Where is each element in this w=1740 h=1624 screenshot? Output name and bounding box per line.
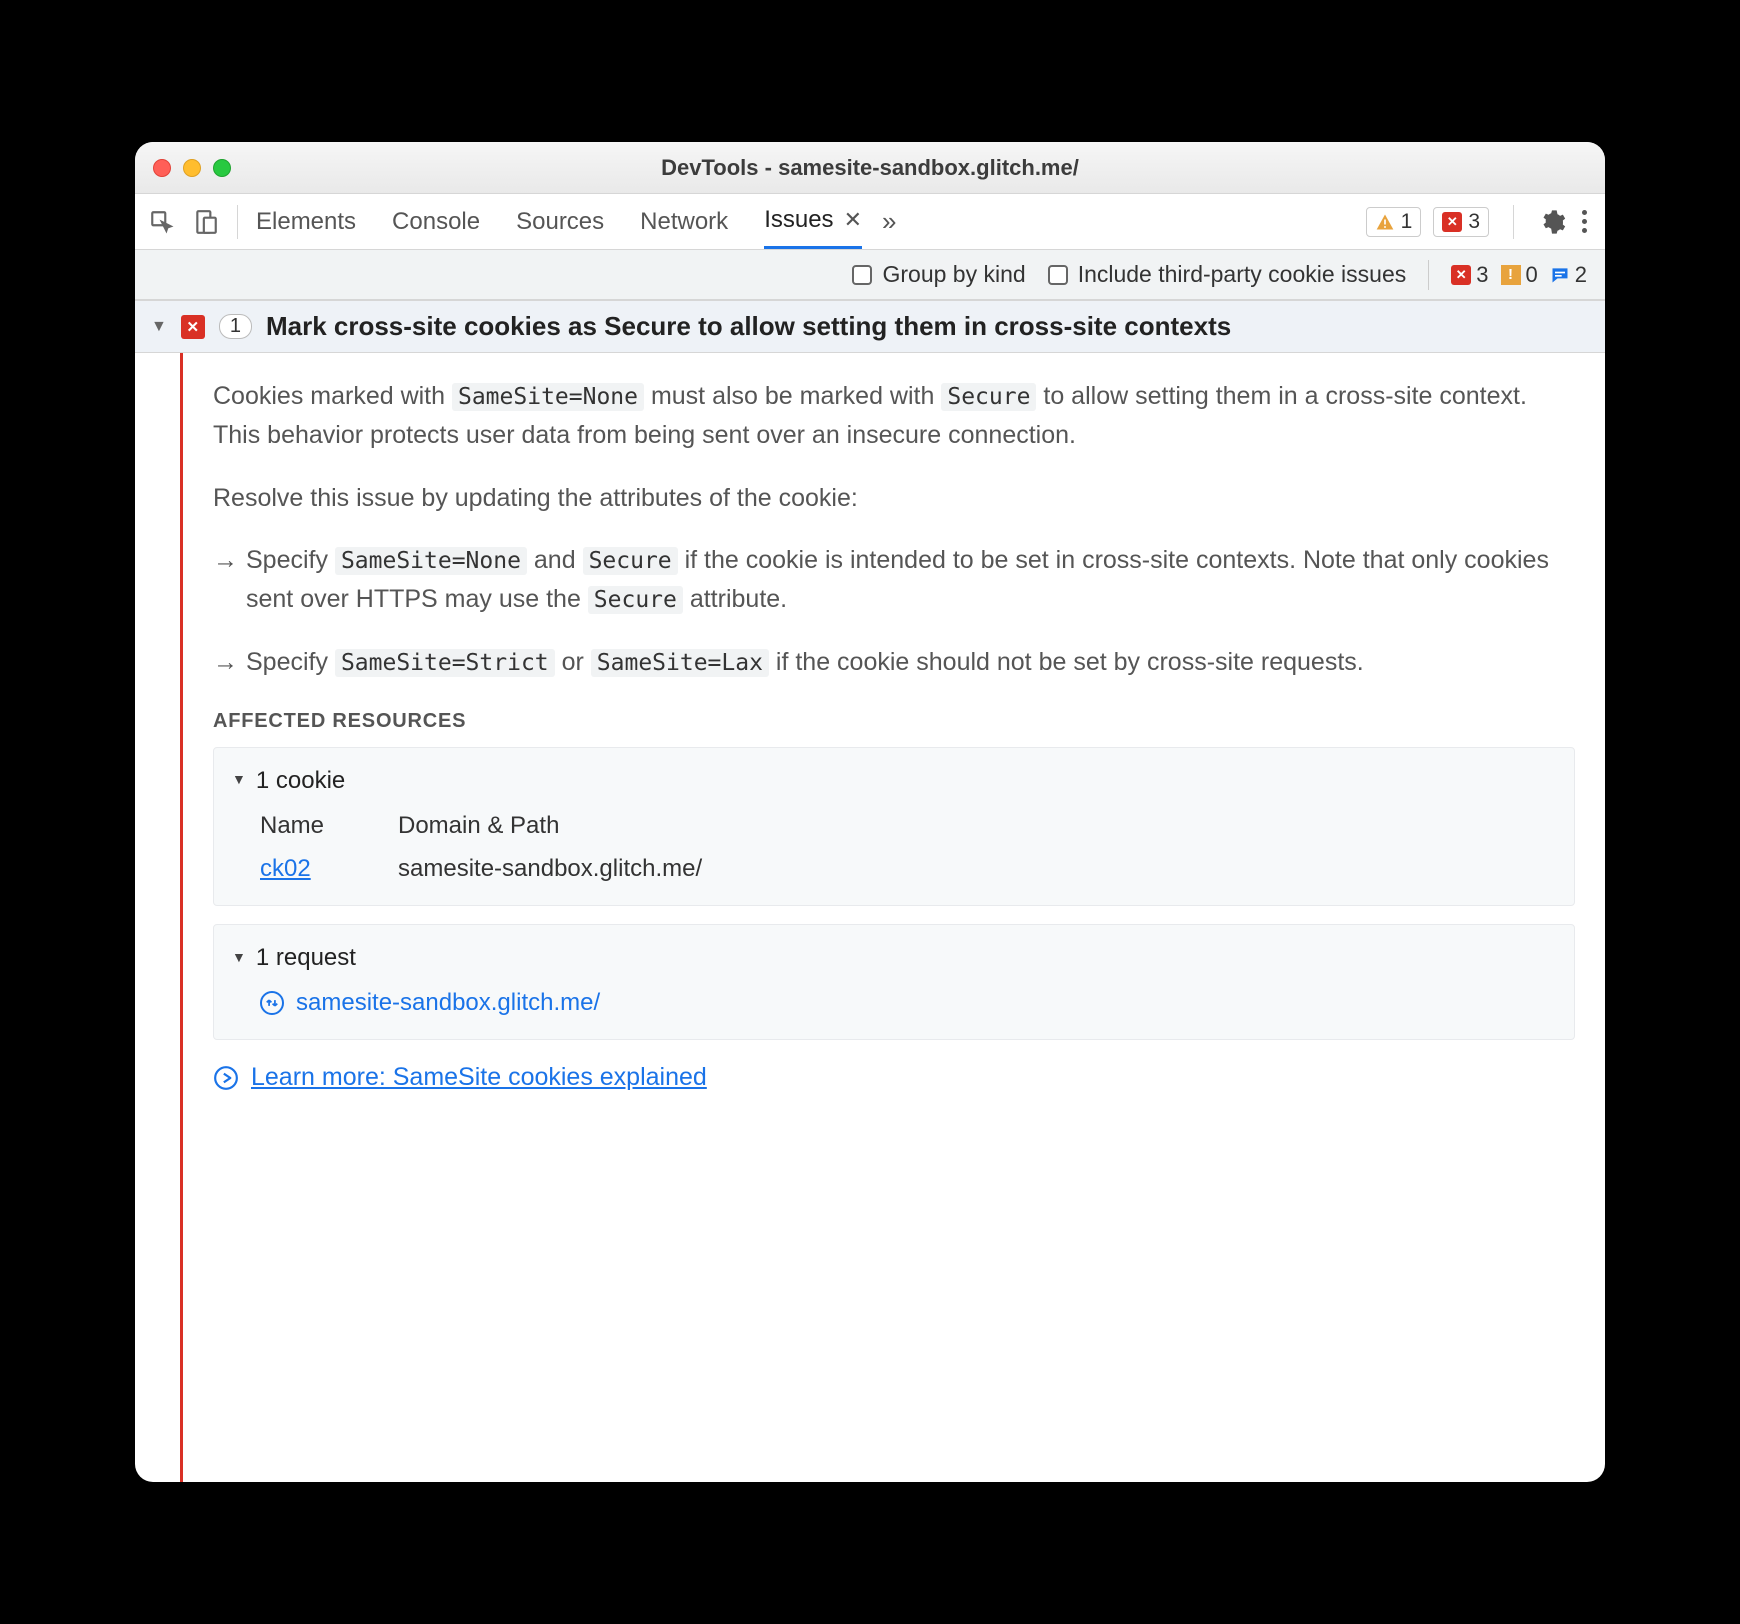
requests-header[interactable]: ▼ 1 request [232,939,1556,976]
issues-filter-bar: Group by kind Include third-party cookie… [135,250,1605,300]
severity-indicator [180,353,183,1482]
issue-title: Mark cross-site cookies as Secure to all… [266,311,1231,342]
close-icon[interactable]: ✕ [844,207,862,233]
filter-message-count[interactable]: 2 [1550,262,1587,288]
filter-warning-count[interactable]: ! 0 [1501,262,1538,288]
issue-body: Cookies marked with SameSite=None must a… [135,353,1605,1482]
error-icon: ✕ [181,315,205,339]
devtools-window: DevTools - samesite-sandbox.glitch.me/ E… [135,142,1605,1482]
cookie-row: ck02 samesite-sandbox.glitch.me/ [260,850,1556,887]
affected-resources-label: Affected Resources [213,706,1575,737]
request-row: samesite-sandbox.glitch.me/ [260,984,1556,1021]
network-request-icon [260,991,284,1015]
affected-cookies-box: ▼ 1 cookie Name Domain & Path ck02 sames… [213,747,1575,907]
window-close-button[interactable] [153,159,171,177]
issue-bullet-1: → Specify SameSite=None and Secure if th… [213,541,1575,619]
col-name: Name [260,807,350,844]
group-by-kind-checkbox[interactable]: Group by kind [852,261,1025,288]
learn-more-row: Learn more: SameSite cookies explained [213,1058,1575,1097]
warnings-count: 1 [1401,210,1413,234]
window-minimize-button[interactable] [183,159,201,177]
device-toggle-icon[interactable] [193,209,219,235]
tab-console[interactable]: Console [392,194,480,249]
error-icon: ✕ [1451,265,1471,285]
disclosure-triangle-icon: ▼ [232,769,246,791]
tab-sources[interactable]: Sources [516,194,604,249]
learn-more-icon [213,1065,239,1091]
window-zoom-button[interactable] [213,159,231,177]
issue-count-badge: 1 [219,314,252,339]
cookie-name-link[interactable]: ck02 [260,855,311,882]
message-icon [1550,265,1570,285]
include-third-party-checkbox[interactable]: Include third-party cookie issues [1048,261,1407,288]
issue-header-row[interactable]: ▼ ✕ 1 Mark cross-site cookies as Secure … [135,300,1605,353]
disclosure-triangle-icon[interactable]: ▼ [151,318,167,336]
affected-requests-box: ▼ 1 request samesite-sandbox.glitch.me/ [213,924,1575,1040]
titlebar: DevTools - samesite-sandbox.glitch.me/ [135,142,1605,194]
errors-count: 3 [1468,210,1480,234]
warnings-badge[interactable]: 1 [1366,207,1422,237]
tab-issues[interactable]: Issues ✕ [764,194,862,249]
learn-more-link[interactable]: Learn more: SameSite cookies explained [251,1058,707,1097]
arrow-right-icon: → [213,643,238,682]
panel-tabs: Elements Console Sources Network Issues … [256,194,862,249]
warning-icon [1375,212,1395,232]
errors-badge[interactable]: ✕ 3 [1433,207,1489,237]
include-third-party-label: Include third-party cookie issues [1078,261,1407,288]
main-toolbar: Elements Console Sources Network Issues … [135,194,1605,250]
disclosure-triangle-icon: ▼ [232,947,246,969]
group-by-kind-label: Group by kind [882,261,1025,288]
tabs-overflow-icon[interactable]: » [882,206,896,237]
request-url-link[interactable]: samesite-sandbox.glitch.me/ [296,984,600,1021]
cookies-header[interactable]: ▼ 1 cookie [232,762,1556,799]
more-options-icon[interactable] [1578,206,1591,237]
tab-network[interactable]: Network [640,194,728,249]
error-icon: ✕ [1442,212,1462,232]
issue-bullet-2: → Specify SameSite=Strict or SameSite=La… [213,643,1575,682]
arrow-right-icon: → [213,541,238,619]
window-title: DevTools - samesite-sandbox.glitch.me/ [135,155,1605,181]
issue-description-p2: Resolve this issue by updating the attri… [213,479,1575,518]
issue-description-p1: Cookies marked with SameSite=None must a… [213,377,1575,455]
tab-elements[interactable]: Elements [256,194,356,249]
cookie-domain: samesite-sandbox.glitch.me/ [398,850,702,887]
settings-gear-icon[interactable] [1538,208,1566,236]
filter-error-count[interactable]: ✕ 3 [1451,262,1488,288]
cookies-table-header: Name Domain & Path [260,807,1556,844]
warning-square-icon: ! [1501,265,1521,285]
inspect-element-icon[interactable] [149,209,175,235]
col-domain-path: Domain & Path [398,807,559,844]
